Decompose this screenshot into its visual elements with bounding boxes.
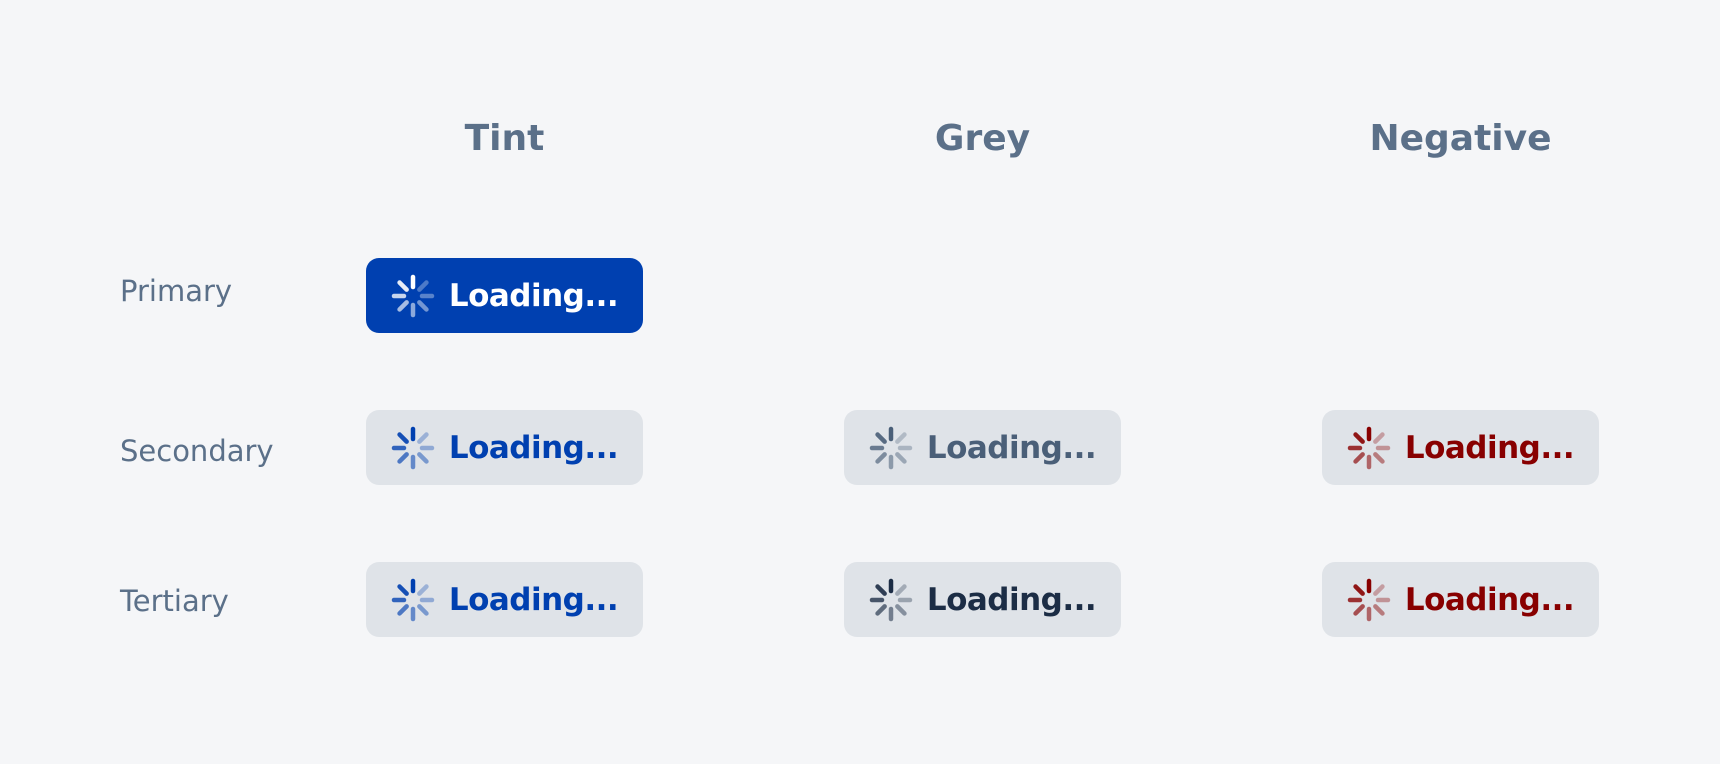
loading-spinner-icon	[391, 578, 435, 621]
spinner-spoke	[894, 431, 907, 444]
spinner-spoke	[397, 279, 409, 292]
button-label: Loading...	[1404, 429, 1575, 466]
column-header-tint: Tint	[464, 118, 545, 159]
spinner-spoke	[875, 583, 887, 596]
spinner-spoke	[397, 431, 409, 444]
primary-tint-loading-button[interactable]: Loading...	[366, 258, 643, 333]
spinner-spoke	[1353, 603, 1365, 616]
button-label: Loading...	[926, 581, 1097, 618]
secondary-tint-loading-button[interactable]: Loading...	[366, 410, 643, 485]
row-label-tertiary: Tertiary	[120, 584, 229, 618]
spinner-spoke	[397, 299, 409, 312]
spinner-spoke	[416, 451, 429, 464]
spinner-spoke	[397, 603, 409, 616]
secondary-grey-loading-button[interactable]: Loading...	[844, 410, 1121, 485]
tertiary-negative-loading-button[interactable]: Loading...	[1322, 562, 1599, 637]
spinner-spoke	[1353, 451, 1365, 464]
spinner-spoke	[416, 299, 429, 312]
tertiary-grey-loading-button[interactable]: Loading...	[844, 562, 1121, 637]
loading-spinner-icon	[869, 426, 913, 469]
spinner-spoke	[397, 583, 409, 596]
loading-spinner-icon	[1347, 578, 1391, 621]
spinner-spoke	[416, 603, 429, 616]
spinner-spoke	[875, 431, 887, 444]
loading-spinner-icon	[391, 274, 435, 317]
button-label: Loading...	[926, 429, 1097, 466]
spinner-spoke	[1353, 583, 1365, 596]
loading-spinner-icon	[391, 426, 435, 469]
row-label-secondary: Secondary	[120, 434, 274, 468]
spinner-spoke	[1372, 603, 1385, 616]
secondary-negative-loading-button[interactable]: Loading...	[1322, 410, 1599, 485]
spinner-spoke	[875, 603, 887, 616]
row-label-primary: Primary	[120, 274, 233, 308]
loading-spinner-icon	[1347, 426, 1391, 469]
spinner-spoke	[1372, 451, 1385, 464]
spinner-spoke	[894, 583, 907, 596]
button-label: Loading...	[448, 429, 619, 466]
spinner-spoke	[416, 583, 429, 596]
column-header-negative: Negative	[1369, 118, 1552, 159]
spinner-spoke	[894, 451, 907, 464]
column-header-grey: Grey	[934, 118, 1031, 159]
tertiary-tint-loading-button[interactable]: Loading...	[366, 562, 643, 637]
spinner-spoke	[416, 279, 429, 292]
spinner-spoke	[894, 603, 907, 616]
spinner-spoke	[875, 451, 887, 464]
loading-spinner-icon	[869, 578, 913, 621]
button-label: Loading...	[448, 277, 619, 314]
spinner-spoke	[1372, 431, 1385, 444]
spinner-spoke	[397, 451, 409, 464]
spinner-spoke	[1353, 431, 1365, 444]
button-label: Loading...	[1404, 581, 1575, 618]
spinner-spoke	[416, 431, 429, 444]
button-label: Loading...	[448, 581, 619, 618]
spinner-spoke	[1372, 583, 1385, 596]
